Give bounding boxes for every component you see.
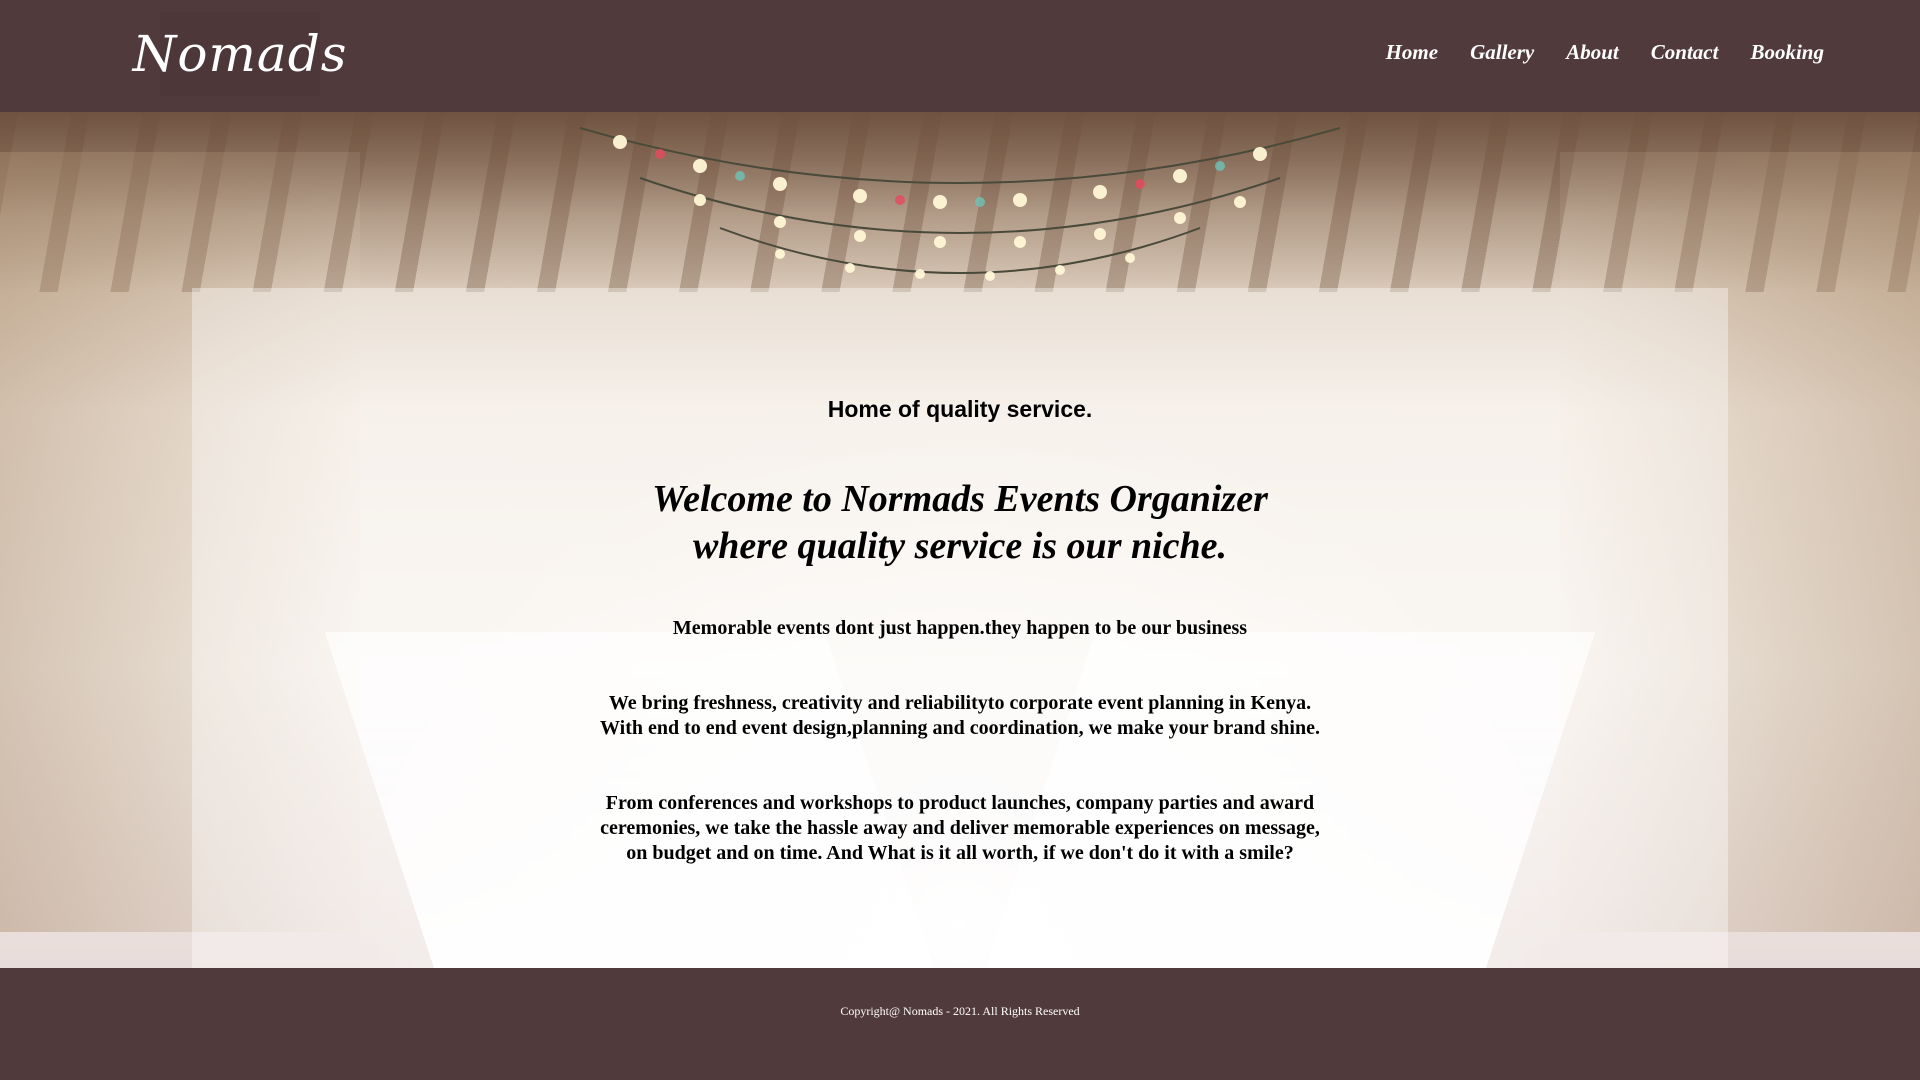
nav-about-link[interactable]: About [1566, 40, 1619, 65]
intro-paragraph-3-line-1: From conferences and workshops to produc… [605, 792, 1315, 814]
site-header: Nomads Home Gallery About Contact Bookin… [0, 0, 1920, 112]
site-footer: Copyright@ Nomads - 2021. All Rights Res… [0, 968, 1920, 1080]
intro-paragraph-2-line-2: With end to end event design,planning an… [600, 717, 1320, 739]
nav-booking-link[interactable]: Booking [1750, 40, 1824, 65]
intro-paragraph-2: We bring freshness, creativity and relia… [192, 691, 1728, 741]
nav-home-link[interactable]: Home [1386, 40, 1439, 65]
welcome-heading-line-1: Welcome to Normads Events Organizer [652, 478, 1268, 520]
intro-paragraph-3-line-3: on budget and on time. And What is it al… [626, 842, 1294, 864]
intro-paragraph-2-line-1: We bring freshness, creativity and relia… [608, 692, 1312, 714]
content-overlay-panel: Home of quality service. Welcome to Norm… [192, 288, 1728, 968]
intro-paragraph-3-line-2: ceremonies, we take the hassle away and … [600, 817, 1320, 839]
nav-gallery-link[interactable]: Gallery [1470, 40, 1534, 65]
welcome-heading: Welcome to Normads Events Organizer wher… [192, 476, 1728, 570]
nav-contact-link[interactable]: Contact [1651, 40, 1719, 65]
welcome-heading-line-2: where quality service is our niche. [692, 525, 1228, 567]
main-nav: Home Gallery About Contact Booking [1386, 40, 1824, 65]
copyright-text: Copyright@ Nomads - 2021. All Rights Res… [840, 1004, 1080, 1018]
nomads-logo[interactable]: Nomads [133, 12, 346, 96]
intro-paragraph-1: Memorable events dont just happen.they h… [672, 617, 1248, 639]
hero-tagline: Home of quality service. [827, 396, 1093, 422]
intro-paragraph-3: From conferences and workshops to produc… [192, 791, 1728, 866]
hero-section: Home of quality service. Welcome to Norm… [0, 112, 1920, 968]
